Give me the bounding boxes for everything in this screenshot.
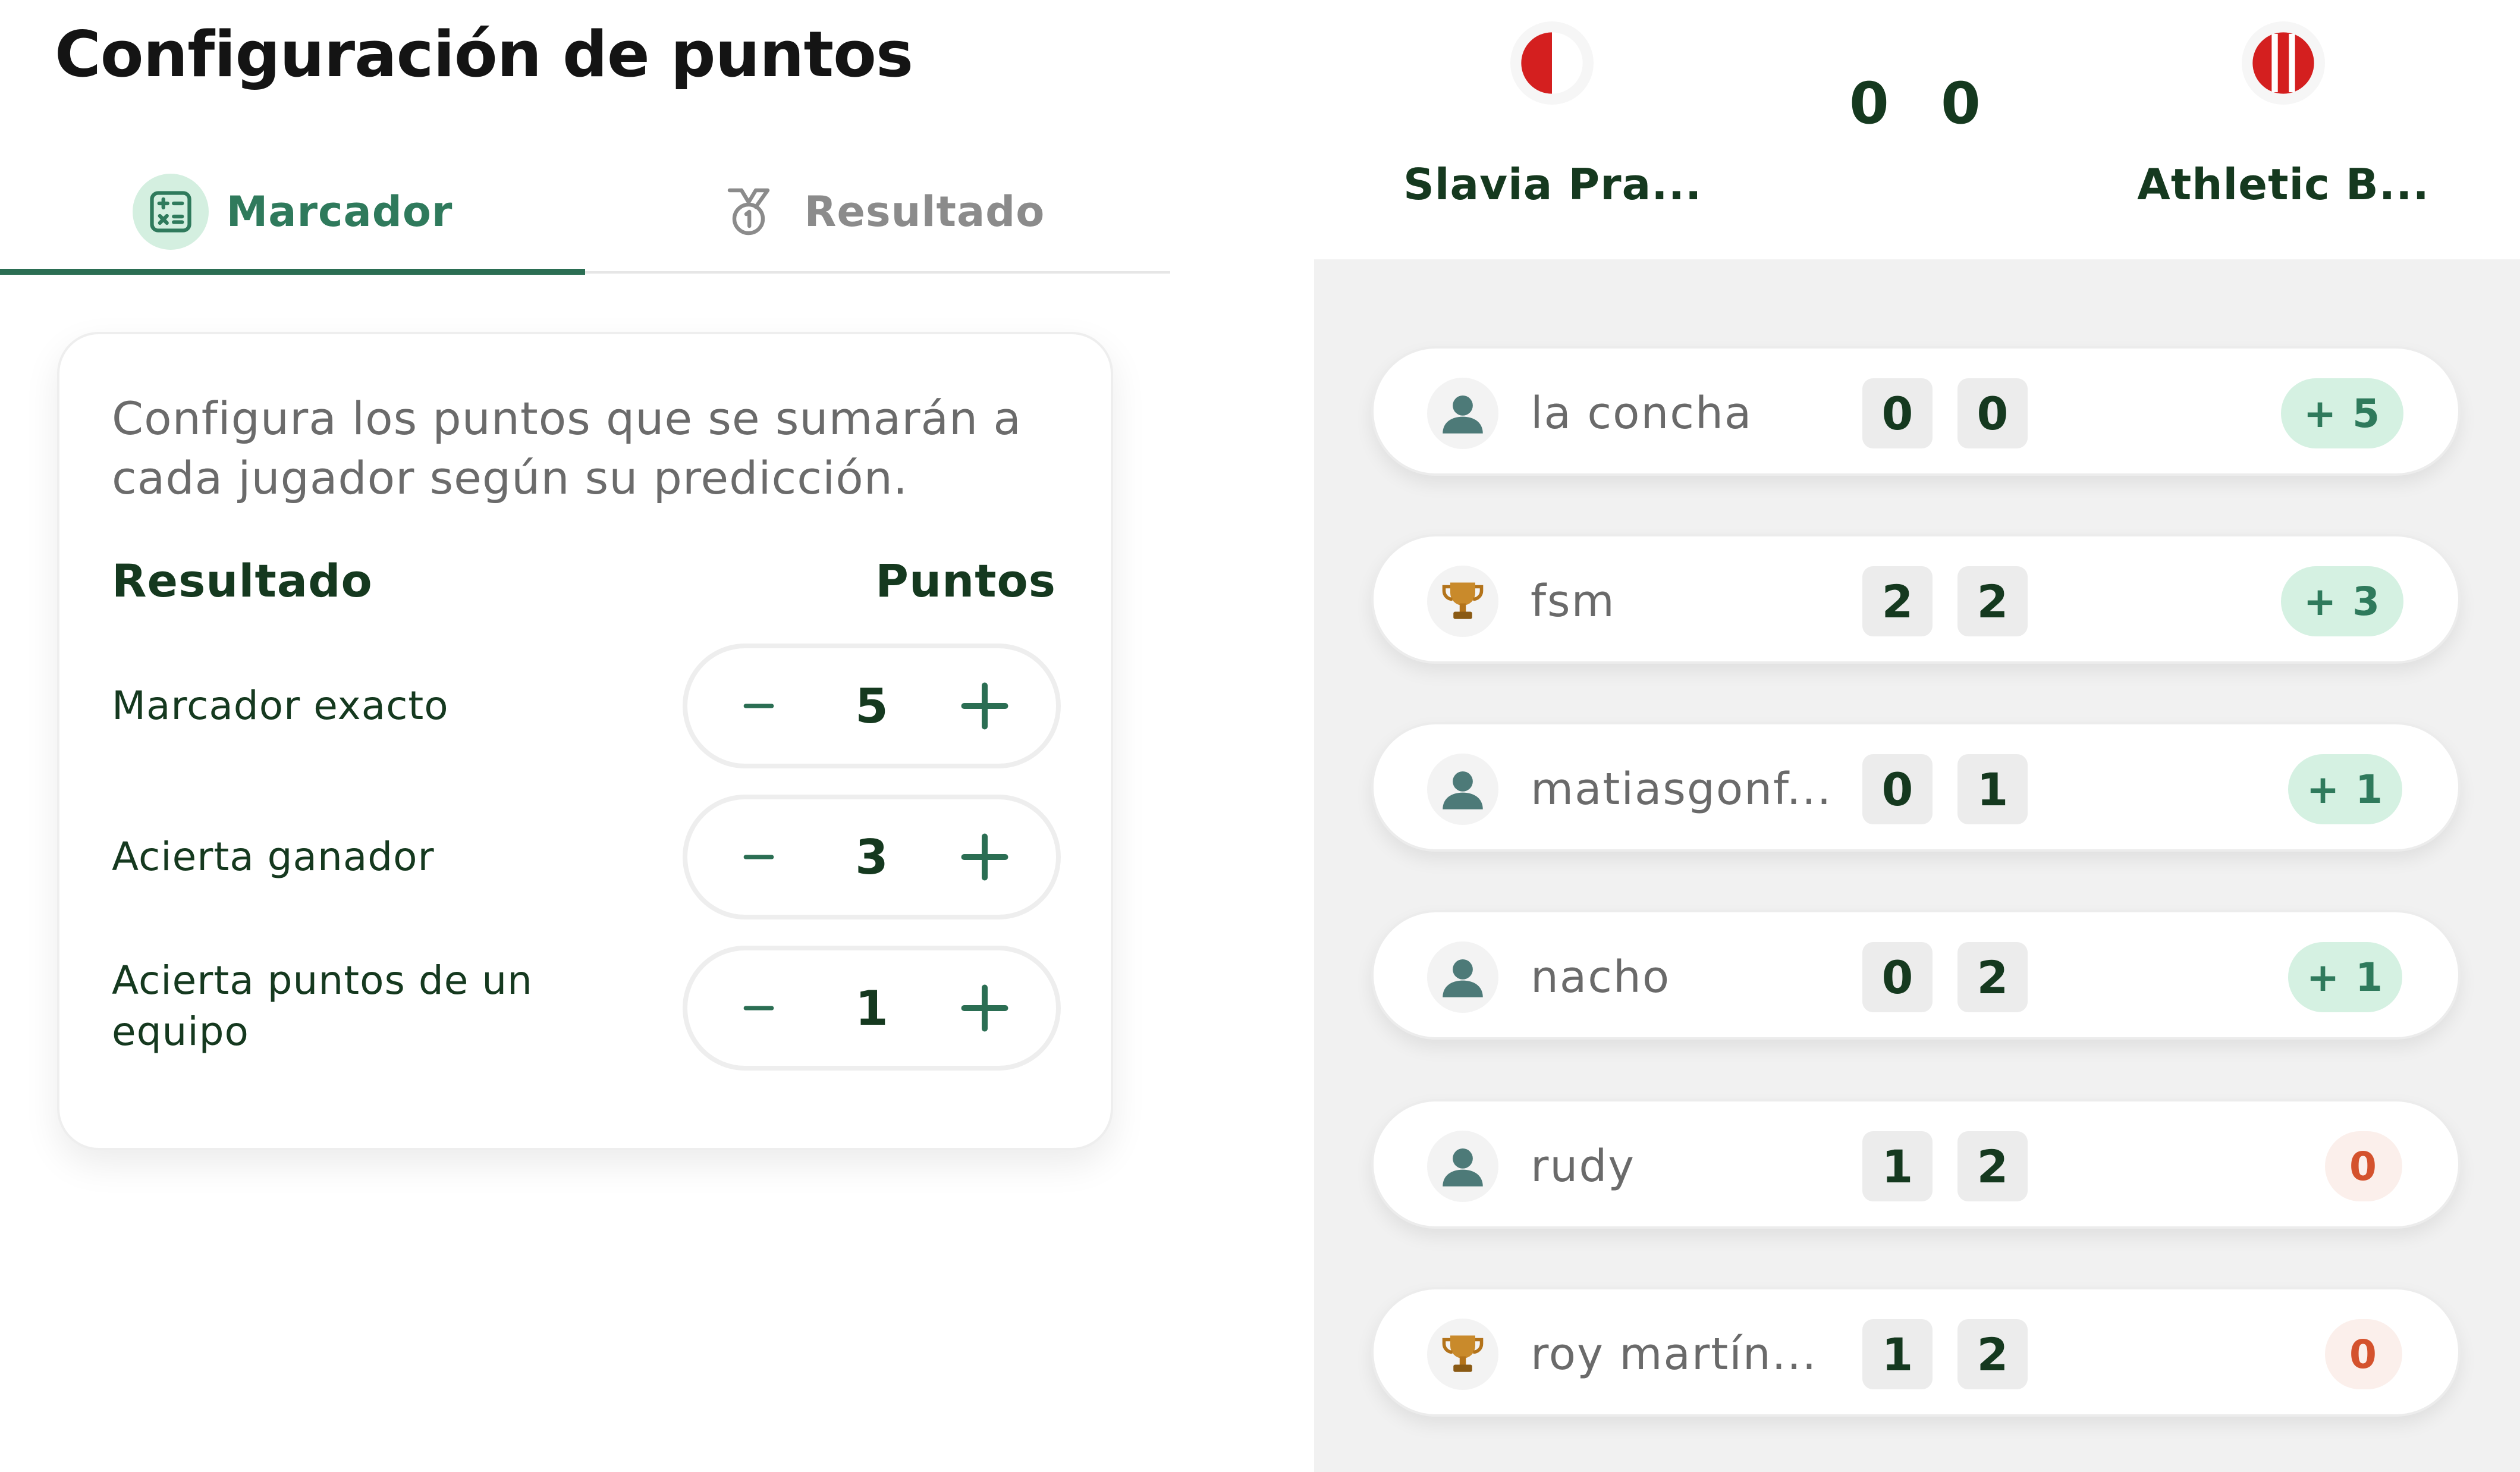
trophy-icon [1427,1319,1498,1390]
username: la concha [1531,388,1753,439]
predicted-home-score: 0 [1862,942,1933,1012]
active-tab-indicator [0,269,585,275]
points-badge: + 1 [2288,754,2402,824]
points-value: 5 [855,678,888,734]
points-stepper: 3 [683,795,1061,919]
points-stepper: 5 [683,644,1061,768]
minus-icon [743,855,774,859]
predicted-away-score: 0 [1957,378,2028,448]
home-team[interactable]: Slavia Pra... [1403,21,1701,209]
user-icon [1427,378,1498,449]
minus-icon [743,704,774,708]
increment-button[interactable] [937,648,1032,764]
away-score: 0 [1941,70,1981,137]
tab-bar: Marcador Resultado [0,149,1170,275]
prediction-row[interactable]: matiasgonf... 0 1 + 1 [1371,722,2461,852]
match-header: Slavia Pra... 0 0 Athletic B... [1314,0,2520,259]
points-badge: + 5 [2281,378,2403,448]
increment-button[interactable] [937,950,1032,1066]
page-title: Configuración de puntos [55,18,913,91]
predicted-away-score: 1 [1957,754,2028,824]
predicted-home-score: 2 [1862,566,1933,636]
trophy-icon [1427,566,1498,637]
column-header-puntos: Puntos [875,554,1056,607]
predicted-home-score: 0 [1862,378,1933,448]
rule-row-marcador-exacto: Marcador exacto 5 [59,644,1116,768]
username: nacho [1531,952,1671,1003]
points-rules-card: Configura los puntos que se sumarán a ca… [57,332,1113,1150]
tab-marcador[interactable]: Marcador [0,149,585,275]
tab-divider [585,271,1170,274]
tab-resultado-label: Resultado [804,187,1045,236]
points-badge: + 1 [2288,942,2402,1012]
points-value: 3 [855,829,888,885]
rules-description: Configura los puntos que se sumarán a ca… [112,392,1022,504]
plus-icon [961,984,1008,1032]
user-icon [1427,754,1498,825]
match-predictions-panel: Slavia Pra... 0 0 Athletic B... la conch… [1314,0,2520,1472]
home-score: 0 [1849,70,1889,137]
predicted-away-score: 2 [1957,1319,2028,1389]
rule-label: Acierta ganador [112,834,435,880]
prediction-row[interactable]: fsm 2 2 + 3 [1371,534,2461,664]
username: roy martín... [1531,1329,1818,1380]
predicted-home-score: 0 [1862,754,1933,824]
plus-icon [961,682,1008,730]
prediction-row[interactable]: nacho 0 2 + 1 [1371,910,2461,1040]
column-header-resultado: Resultado [112,554,373,607]
rule-label: Acierta puntos de un equipo [112,958,533,1054]
tab-marcador-label: Marcador [226,187,453,236]
predicted-away-score: 2 [1957,942,2028,1012]
username: rudy [1531,1141,1636,1192]
rule-row-acierta-puntos-equipo: Acierta puntos de un equipo 1 [59,946,1116,1071]
prediction-row[interactable]: rudy 1 2 0 [1371,1099,2461,1229]
away-team-crest-icon [2242,21,2325,105]
increment-button[interactable] [937,799,1032,915]
username: matiasgonf... [1531,764,1833,815]
home-team-name: Slavia Pra... [1403,159,1702,209]
points-badge: 0 [2325,1319,2402,1389]
username: fsm [1531,576,1616,627]
medal-icon [711,174,787,250]
away-team-name: Athletic B... [2137,159,2430,209]
user-icon [1427,941,1498,1013]
home-team-crest-icon [1510,21,1594,105]
rule-row-acierta-ganador: Acierta ganador 3 [59,795,1116,919]
decrement-button[interactable] [711,648,806,764]
points-config-panel: Configuración de puntos Marcador Resulta… [0,0,1314,1472]
points-stepper: 1 [683,946,1061,1071]
calculator-icon [132,174,209,250]
prediction-row[interactable]: roy martín... 1 2 0 [1371,1287,2461,1417]
predicted-away-score: 2 [1957,1131,2028,1201]
minus-icon [743,1006,774,1010]
rule-label: Marcador exacto [112,683,449,729]
decrement-button[interactable] [711,950,806,1066]
page: Configuración de puntos Marcador Resulta… [0,0,2520,1472]
points-badge: + 3 [2281,566,2403,636]
points-badge: 0 [2325,1131,2402,1201]
tab-resultado[interactable]: Resultado [585,149,1170,275]
points-value: 1 [855,980,888,1036]
plus-icon [961,833,1008,881]
predicted-away-score: 2 [1957,566,2028,636]
predicted-home-score: 1 [1862,1131,1933,1201]
prediction-row[interactable]: la concha 0 0 + 5 [1371,346,2461,476]
user-icon [1427,1131,1498,1202]
predicted-home-score: 1 [1862,1319,1933,1389]
decrement-button[interactable] [711,799,806,915]
away-team[interactable]: Athletic B... [2135,21,2432,209]
